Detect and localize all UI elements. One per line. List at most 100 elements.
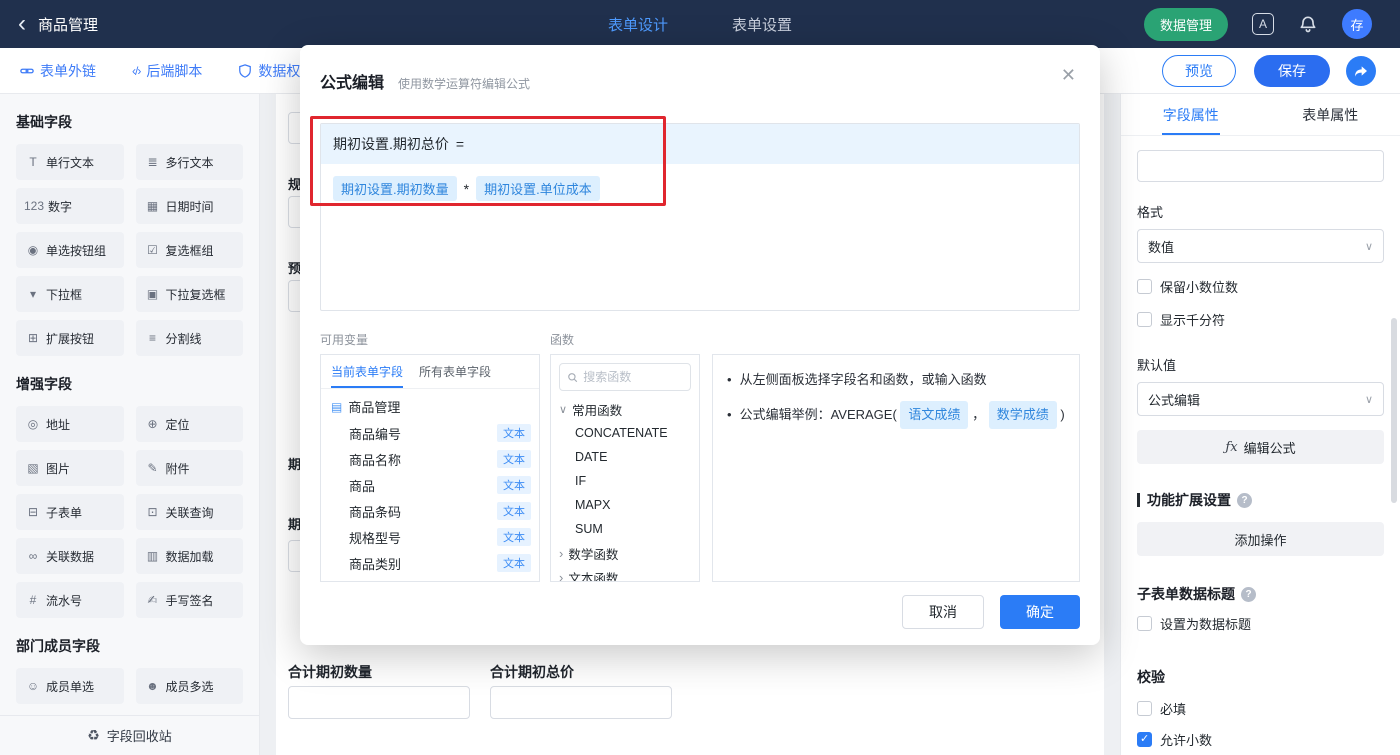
checkbox-keep-decimals[interactable]: 保留小数位数 (1137, 277, 1384, 296)
field-item-label: 数据加载 (165, 549, 214, 564)
preview-button[interactable]: 预览 (1162, 54, 1236, 87)
variable-name: 商品编号 (349, 426, 402, 442)
field-item-image[interactable]: ▧ 图片 (16, 450, 124, 486)
checkbox-thousand-separator[interactable]: 显示千分符 (1137, 310, 1384, 329)
checkbox[interactable] (1137, 279, 1152, 294)
field-item-single-line-text[interactable]: T 单行文本 (16, 144, 124, 180)
field-item-subform[interactable]: ⊟ 子表单 (16, 494, 124, 530)
chevron-right-icon (559, 570, 563, 582)
section-enhanced-fields: 增强字段 (16, 376, 72, 392)
checkbox-label: 允许小数 (1160, 733, 1213, 748)
checkbox[interactable] (1137, 616, 1152, 631)
tab-form-properties[interactable]: 表单属性 (1261, 94, 1400, 135)
functions-label: 函数 (550, 333, 575, 347)
field-item-attachment[interactable]: ✎ 附件 (135, 450, 243, 486)
field-item-dropdown[interactable]: ▾ 下拉框 (16, 276, 124, 312)
bell-icon[interactable] (1298, 14, 1318, 34)
field-item-radio-group[interactable]: ◉ 单选按钮组 (16, 232, 124, 268)
help-icon[interactable] (1237, 492, 1252, 508)
function-search-input[interactable] (583, 370, 683, 384)
field-item-checkbox-group[interactable]: ☑ 复选框组 (135, 232, 243, 268)
checkbox-set-data-title[interactable]: 设置为数据标题 (1137, 614, 1384, 633)
cancel-button[interactable]: 取消 (902, 595, 984, 629)
scrollbar-thumb[interactable] (1391, 318, 1397, 503)
tab-all-form-fields[interactable]: 所有表单字段 (419, 355, 491, 388)
field-item-data-load[interactable]: ▥ 数据加载 (135, 538, 243, 574)
variable-row[interactable]: 商品编号 文本 (321, 420, 539, 446)
variable-row[interactable]: 商品名称 文本 (321, 446, 539, 472)
field-item-location[interactable]: ⊕ 定位 (135, 406, 243, 442)
field-item-label: 下拉框 (46, 287, 83, 302)
field-item-divider[interactable]: ≡ 分割线 (135, 320, 243, 356)
field-item-number[interactable]: 123 数字 (16, 188, 124, 224)
variable-row[interactable]: 商品 文本 (321, 472, 539, 498)
checkbox[interactable] (1137, 701, 1152, 716)
total-initial-price-input[interactable] (490, 686, 672, 719)
field-item-signature[interactable]: ✍ 手写签名 (135, 582, 243, 618)
multi-line-text-icon: ≣ (147, 155, 158, 169)
toolbar-right: 预览 保存 (1162, 54, 1376, 87)
link-icon (20, 68, 34, 73)
field-item-member-single[interactable]: ☺ 成员单选 (16, 668, 124, 704)
default-value-select[interactable]: 公式编辑 (1137, 382, 1384, 416)
help-icon[interactable] (1241, 586, 1256, 602)
function-item[interactable]: IF (551, 469, 699, 493)
section-basic-fields: 基础字段 (16, 114, 72, 130)
formula-operand-chip[interactable]: 期初设置.期初数量 (333, 176, 457, 201)
total-initial-qty-input[interactable] (288, 686, 470, 719)
edit-formula-button[interactable]: ƒx 编辑公式 (1137, 430, 1384, 464)
field-item-datetime[interactable]: ▦ 日期时间 (135, 188, 243, 224)
function-search[interactable] (559, 363, 691, 391)
field-item-linked-query[interactable]: ⊡ 关联查询 (135, 494, 243, 530)
function-item[interactable]: MAPX (551, 493, 699, 517)
ok-button[interactable]: 确定 (1000, 595, 1080, 629)
function-group-common[interactable]: 常用函数 (551, 397, 699, 421)
format-select[interactable]: 数值 (1137, 229, 1384, 263)
help-panel: 从左侧面板选择字段名和函数，或输入函数 公式编辑举例：AVERAGE( 语文成绩… (712, 354, 1080, 582)
backend-script-link[interactable]: ‹/› 后端脚本 (132, 61, 202, 81)
checkbox-required[interactable]: 必填 (1137, 699, 1384, 718)
save-button[interactable]: 保存 (1254, 54, 1330, 87)
checkbox[interactable] (1137, 312, 1152, 327)
add-action-button[interactable]: 添加操作 (1137, 522, 1384, 556)
tab-form-design[interactable]: 表单设计 (608, 14, 668, 35)
checkbox-allow-decimals[interactable]: 允许小数 (1137, 730, 1384, 749)
field-recycle-bin[interactable]: ♻ 字段回收站 (0, 715, 259, 755)
function-item[interactable]: DATE (551, 445, 699, 469)
language-icon[interactable]: A (1252, 13, 1274, 35)
field-item-extend-button[interactable]: ⊞ 扩展按钮 (16, 320, 124, 356)
checkbox-checked[interactable] (1137, 732, 1152, 747)
tab-current-form-fields[interactable]: 当前表单字段 (331, 355, 404, 388)
tab-form-settings[interactable]: 表单设置 (732, 14, 792, 35)
form-external-link[interactable]: 表单外链 (20, 61, 96, 81)
variable-type-tag: 文本 (497, 502, 531, 520)
formula-editor[interactable]: 期初设置.期初总价 = 期初设置.期初数量 * 期初设置.单位成本 (320, 123, 1080, 311)
field-item-dropdown-multi[interactable]: ▣ 下拉复选框 (135, 276, 243, 312)
formula-operand-chip[interactable]: 期初设置.单位成本 (476, 176, 600, 201)
variable-row[interactable]: 商品条码 文本 (321, 498, 539, 524)
chevron-down-icon (1365, 240, 1373, 253)
share-button[interactable] (1346, 55, 1376, 86)
function-group-text[interactable]: 文本函数 (551, 565, 699, 582)
variable-row[interactable]: 商品类别 文本 (321, 550, 539, 576)
field-title-input[interactable] (1137, 150, 1384, 182)
back-icon[interactable]: ‹ (18, 12, 26, 36)
field-item-member-multi[interactable]: ☻ 成员多选 (135, 668, 243, 704)
field-item-label: 成员多选 (165, 679, 214, 694)
field-item-serial-number[interactable]: # 流水号 (16, 582, 124, 618)
ext-settings-title: 功能扩展设置 (1147, 492, 1231, 508)
field-item-linked-data[interactable]: ∞ 关联数据 (16, 538, 124, 574)
data-manage-button[interactable]: 数据管理 (1143, 7, 1228, 41)
share-arrow-icon (1355, 65, 1367, 77)
function-group-math[interactable]: 数学函数 (551, 541, 699, 565)
avatar[interactable]: 存 (1342, 9, 1372, 39)
variable-row[interactable]: 规格型号 文本 (321, 524, 539, 550)
field-item-address[interactable]: ◎ 地址 (16, 406, 124, 442)
tab-field-properties[interactable]: 字段属性 (1121, 94, 1261, 135)
function-item[interactable]: SUM (551, 517, 699, 541)
function-item[interactable]: CONCATENATE (551, 421, 699, 445)
close-icon[interactable]: ✕ (1061, 65, 1076, 86)
validation-heading: 校验 (1137, 667, 1384, 687)
field-item-multi-line-text[interactable]: ≣ 多行文本 (135, 144, 243, 180)
form-root-node[interactable]: ▤ 商品管理 (321, 389, 539, 420)
